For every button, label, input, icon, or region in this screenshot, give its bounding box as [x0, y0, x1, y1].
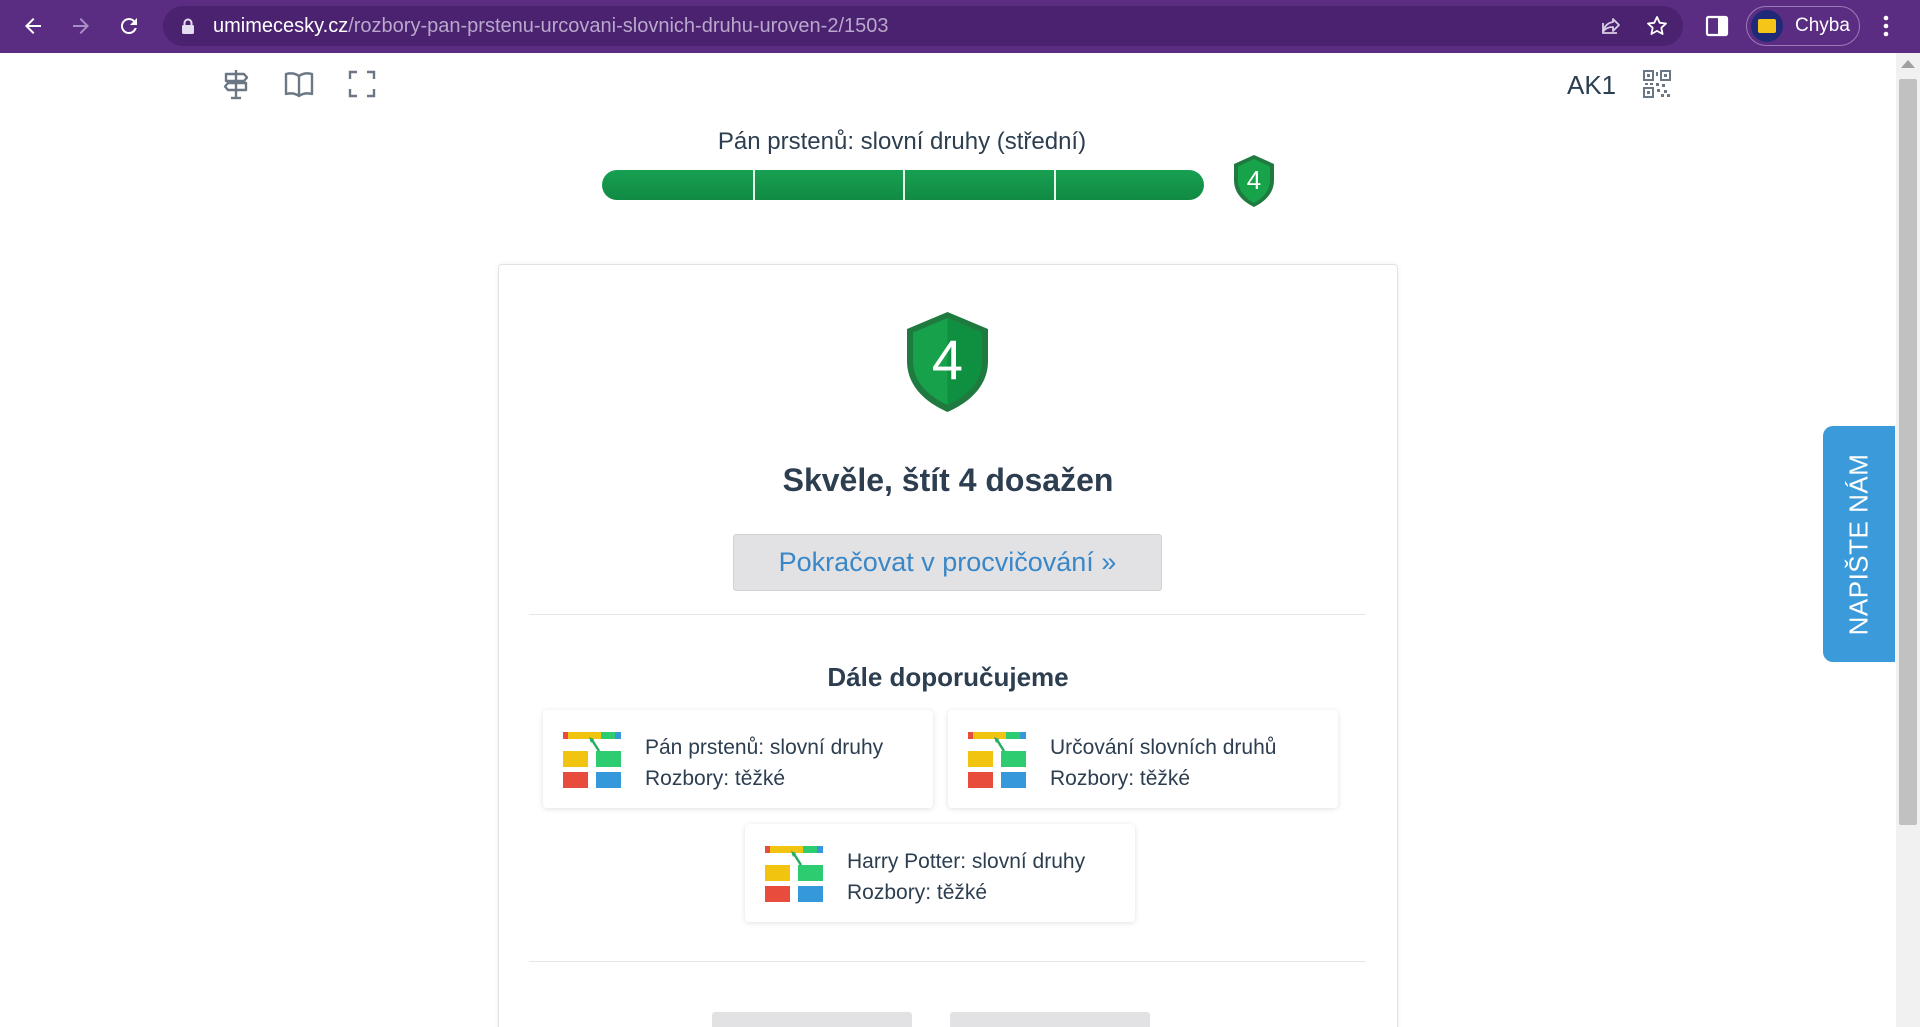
recommendation-card[interactable]: Harry Potter: slovní druhy Rozbory: těžké	[745, 824, 1135, 922]
recommendation-name: Pán prstenů: slovní druhy	[645, 736, 884, 759]
profile-button[interactable]: Chyba	[1746, 6, 1860, 46]
shield-small-number: 4	[1247, 165, 1261, 195]
analysis-exercise-icon	[563, 732, 621, 788]
menu-kebab-icon[interactable]	[1874, 12, 1898, 40]
scroll-up-arrow[interactable]	[1901, 60, 1915, 68]
fullscreen-icon[interactable]	[345, 67, 379, 101]
arrow-right-icon	[73, 18, 89, 34]
shield-large-number: 4	[932, 328, 963, 391]
shield-badge-large: 4	[907, 312, 988, 412]
recommendations-title: Dále doporučujeme	[827, 662, 1069, 692]
divider	[529, 614, 1366, 615]
progress-segment-divider	[903, 170, 905, 200]
recommendation-level: Rozbory: těžké	[645, 767, 786, 790]
lock-icon	[182, 18, 194, 34]
recommendation-name: Určování slovních druhů	[1050, 736, 1277, 759]
recommendation-name: Harry Potter: slovní druhy	[847, 850, 1086, 873]
shield-badge-small: 4	[1234, 155, 1274, 207]
recommendation-card[interactable]: Určování slovních druhů Rozbory: těžké	[948, 710, 1338, 808]
profile-name: Chyba	[1795, 15, 1850, 36]
bottom-action-button[interactable]	[950, 1012, 1150, 1027]
address-bar[interactable]: umimecesky.cz/rozbory-pan-prstenu-urcova…	[163, 6, 1683, 46]
side-panel-icon[interactable]	[1704, 13, 1730, 39]
url-host: umimecesky.cz	[213, 15, 349, 37]
bottom-action-button[interactable]	[712, 1012, 912, 1027]
back-button[interactable]	[10, 3, 56, 49]
continue-practice-button[interactable]: Pokračovat v procvičování »	[733, 534, 1162, 591]
reload-icon	[120, 18, 137, 35]
forward-button[interactable]	[58, 3, 104, 49]
divider	[529, 961, 1366, 962]
recommendation-card[interactable]: Pán prstenů: slovní druhy Rozbory: těžké	[543, 710, 933, 808]
feedback-tab[interactable]: NAPIŠTE NÁM	[1823, 426, 1895, 662]
user-code[interactable]: AK1	[1567, 70, 1616, 101]
analysis-exercise-icon	[765, 846, 823, 902]
recommendation-level: Rozbory: těžké	[1050, 767, 1191, 790]
exercise-title: Pán prstenů: slovní druhy (střední)	[717, 128, 1087, 155]
star-icon[interactable]	[1645, 14, 1669, 38]
progress-segment-divider	[752, 170, 755, 200]
scrollbar-thumb[interactable]	[1899, 79, 1917, 825]
book-icon[interactable]	[282, 67, 316, 101]
browser-toolbar: umimecesky.cz/rozbory-pan-prstenu-urcova…	[0, 0, 1920, 53]
reload-button[interactable]	[106, 3, 152, 49]
analysis-exercise-icon	[968, 732, 1026, 788]
share-icon[interactable]	[1599, 14, 1623, 38]
progress-segment-divider	[1053, 170, 1056, 200]
success-message: Skvěle, štít 4 dosažen	[782, 462, 1114, 498]
url-path: /rozbory-pan-prstenu-urcovani-slovnich-d…	[348, 15, 889, 37]
arrow-left-icon	[25, 18, 41, 34]
qr-code-icon[interactable]	[1643, 70, 1671, 98]
progress-bar	[602, 170, 1204, 200]
url-text: umimecesky.cz/rozbory-pan-prstenu-urcova…	[213, 6, 889, 46]
signpost-icon[interactable]	[219, 67, 253, 101]
feedback-label: NAPIŠTE NÁM	[1843, 453, 1874, 635]
avatar	[1751, 10, 1783, 42]
recommendation-level: Rozbory: těžké	[847, 881, 988, 904]
